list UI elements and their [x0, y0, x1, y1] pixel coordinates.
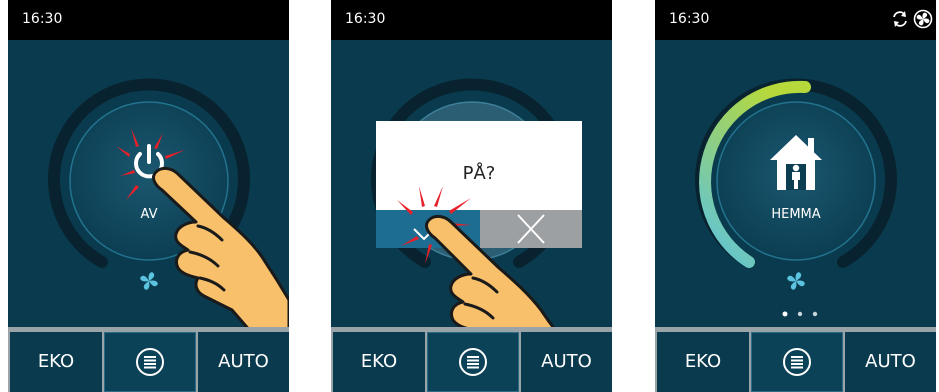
pointing-hand	[152, 166, 289, 340]
page-indicator	[782, 311, 818, 317]
eko-button[interactable]: EKO	[10, 332, 102, 392]
page-dot	[797, 311, 803, 317]
auto-button[interactable]: AUTO	[198, 332, 289, 392]
bottom-bar: EKO AUTO	[655, 327, 936, 392]
screen-home-mode: 16:30 HEMMA EKO AUTO	[655, 0, 936, 392]
mode-label: HEMMA	[771, 207, 821, 222]
fan-status-icon	[913, 9, 933, 29]
bottom-bar: EKO AUTO	[331, 327, 612, 392]
menu-button[interactable]	[104, 332, 196, 392]
dial-area	[695, 78, 897, 290]
fan-icon	[787, 272, 805, 290]
page-dot	[812, 311, 818, 317]
screen-power-off: 16:30 AV EKO AUTO	[8, 0, 289, 392]
menu-button[interactable]	[751, 332, 843, 392]
status-bar: 16:30	[655, 0, 936, 40]
clock: 16:30	[22, 11, 63, 27]
page-dot	[782, 311, 788, 317]
auto-button[interactable]: AUTO	[845, 332, 936, 392]
clock: 16:30	[669, 11, 710, 27]
menu-button[interactable]	[427, 332, 519, 392]
screen-confirm-on: 16:30 PÅ? EKO AUTO	[331, 0, 612, 392]
auto-button[interactable]: AUTO	[521, 332, 612, 392]
status-bar: 16:30	[8, 0, 289, 40]
eko-button[interactable]: EKO	[333, 332, 425, 392]
menu-icon	[459, 348, 487, 376]
sync-icon	[893, 11, 907, 27]
menu-icon	[783, 348, 811, 376]
status-icons	[890, 8, 934, 30]
menu-icon	[136, 348, 164, 376]
bottom-bar: EKO AUTO	[8, 327, 289, 392]
eko-button[interactable]: EKO	[657, 332, 749, 392]
